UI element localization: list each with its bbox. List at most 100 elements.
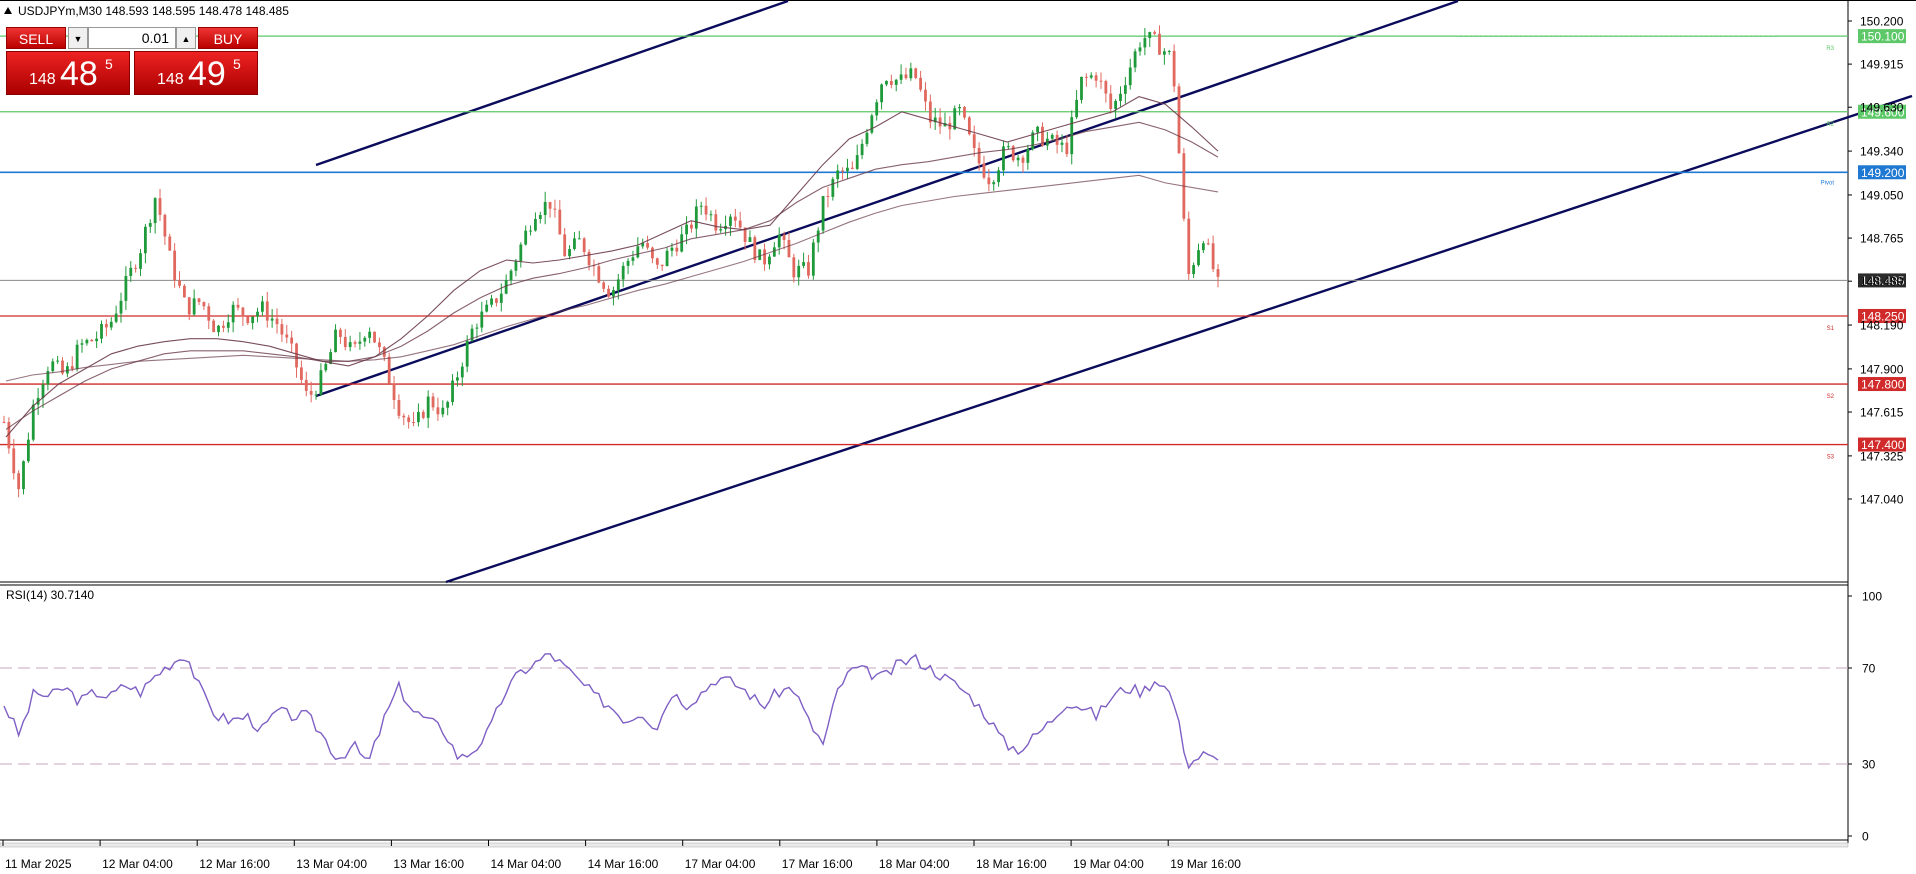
candle-body xyxy=(129,267,133,276)
lot-decrease-button[interactable]: ▼ xyxy=(68,27,88,49)
candle-body xyxy=(75,344,79,370)
candle-body xyxy=(358,341,362,344)
candle-body xyxy=(904,74,908,79)
candle-body xyxy=(163,214,167,237)
candle-body xyxy=(850,167,854,169)
candle-body xyxy=(368,331,372,338)
candle-body xyxy=(768,256,771,265)
sell-button[interactable]: SELL xyxy=(6,27,66,49)
bid-price-pip: 5 xyxy=(105,56,113,72)
buy-button[interactable]: BUY xyxy=(198,27,258,49)
candle-body xyxy=(831,179,835,197)
candle-body xyxy=(651,247,654,259)
candle-body xyxy=(1197,250,1200,266)
ask-price-prefix: 148 xyxy=(157,71,184,88)
candle-body xyxy=(207,306,211,321)
candle-body xyxy=(1162,51,1166,55)
candle-body xyxy=(821,195,825,231)
candle-body xyxy=(70,366,74,370)
candle-body xyxy=(709,214,713,216)
candle-body xyxy=(153,198,157,224)
candle-body xyxy=(597,266,601,283)
candle-body xyxy=(304,379,308,391)
candle-body xyxy=(143,226,147,254)
candle-body xyxy=(490,298,493,305)
candle-body xyxy=(670,247,674,251)
moving-average-slow[interactable] xyxy=(5,121,1219,430)
candle-body xyxy=(158,198,162,215)
candle-body xyxy=(148,223,152,227)
lot-increase-button[interactable]: ▲ xyxy=(176,27,196,49)
ask-price-button[interactable]: 148 49 5 xyxy=(134,51,258,95)
candle-body xyxy=(582,238,586,253)
candle-body xyxy=(402,415,406,418)
level-name-r2: R2 xyxy=(1826,122,1834,128)
collapse-triangle-icon[interactable] xyxy=(4,7,12,14)
candle-body xyxy=(246,316,250,324)
y-tick-label: 149.050 xyxy=(1860,188,1904,202)
candle-body xyxy=(1084,76,1088,78)
level-name-s3: S3 xyxy=(1827,455,1835,461)
chart-canvas[interactable]: R3150.100R2149.600Pivot149.200S1148.250S… xyxy=(0,0,1916,874)
candle-body xyxy=(865,132,869,144)
candle-body xyxy=(577,238,581,240)
candle-body xyxy=(616,279,620,291)
candle-body xyxy=(95,338,99,342)
candle-body xyxy=(465,340,469,367)
candle-body xyxy=(519,244,523,262)
candle-body xyxy=(251,316,255,324)
candle-body xyxy=(563,234,567,257)
x-tick-label: 14 Mar 16:00 xyxy=(588,857,659,871)
candle-body xyxy=(626,260,630,266)
candle-body xyxy=(178,280,181,286)
candle-body xyxy=(738,220,742,228)
candle-body xyxy=(748,237,752,243)
candle-body xyxy=(811,242,815,276)
candle-body xyxy=(300,367,303,380)
bid-price-button[interactable]: 148 48 5 xyxy=(6,51,130,95)
candle-body xyxy=(958,106,961,109)
channel-lower-line[interactable] xyxy=(445,94,1913,584)
candle-body xyxy=(655,258,659,265)
candle-body xyxy=(119,300,123,314)
candle-body xyxy=(714,214,718,231)
candle-body xyxy=(261,301,264,312)
candle-body xyxy=(168,236,172,251)
candle-body xyxy=(1187,218,1191,275)
candle-body xyxy=(373,331,376,343)
candle-body xyxy=(1133,51,1137,68)
candle-body xyxy=(992,182,996,185)
rsi-line[interactable] xyxy=(3,653,1219,770)
candle-body xyxy=(729,216,732,226)
candle-body xyxy=(914,68,918,78)
candle-body xyxy=(1192,265,1196,275)
candle-body xyxy=(475,327,479,329)
candle-body xyxy=(553,208,557,210)
level-name-pivot: Pivot xyxy=(1821,180,1835,186)
x-tick-label: 11 Mar 2025 xyxy=(5,857,72,871)
candle-body xyxy=(270,318,274,321)
candle-body xyxy=(919,77,922,90)
candle-body xyxy=(387,356,391,384)
y-tick-label: 147.900 xyxy=(1860,362,1904,376)
candle-body xyxy=(860,143,864,156)
x-tick-label: 18 Mar 16:00 xyxy=(976,857,1047,871)
candle-body xyxy=(124,275,128,301)
lot-size-input[interactable] xyxy=(88,27,176,49)
candle-body xyxy=(212,320,216,333)
candle-body xyxy=(836,170,840,180)
moving-average-long[interactable] xyxy=(5,174,1219,382)
channel-upper-line[interactable] xyxy=(315,0,789,167)
candle-body xyxy=(280,324,284,335)
rsi-y-tick-label: 0 xyxy=(1862,830,1869,844)
channel-middle-line[interactable] xyxy=(315,0,1459,398)
candle-body xyxy=(607,288,610,297)
candle-body xyxy=(114,313,118,322)
candle-body xyxy=(12,448,16,474)
candle-body xyxy=(797,265,801,278)
y-tick-label: 148.480 xyxy=(1860,275,1904,289)
candle-body xyxy=(378,342,381,348)
candle-body xyxy=(889,80,893,85)
candle-body xyxy=(792,257,796,278)
rsi-y-tick-label: 70 xyxy=(1862,662,1876,676)
